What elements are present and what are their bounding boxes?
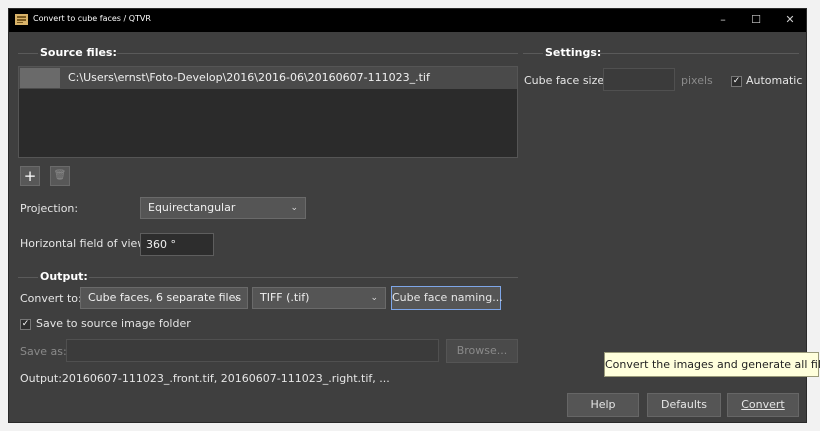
- source-files-title: Source files:: [40, 46, 117, 59]
- output-filenames: Output:20160607-111023_.front.tif, 20160…: [20, 372, 390, 385]
- minimize-icon[interactable]: –: [713, 12, 733, 28]
- output-group-line-right: [89, 277, 518, 278]
- hfov-input[interactable]: 360 °: [140, 233, 214, 256]
- automatic-checkbox[interactable]: ✓: [731, 76, 742, 87]
- file-format-select[interactable]: TIFF (.tif) ⌄: [252, 287, 386, 309]
- source-group-line-right: [117, 53, 518, 54]
- settings-group-line-left: [523, 53, 543, 54]
- hfov-value: 360 °: [146, 238, 176, 251]
- title-bar: Convert to cube faces / QTVR – ☐ ✕: [9, 9, 806, 32]
- pixels-label: pixels: [681, 74, 713, 87]
- cube-face-size-input[interactable]: [603, 68, 675, 91]
- convert-button[interactable]: Convert: [727, 393, 799, 417]
- defaults-button[interactable]: Defaults: [647, 393, 721, 417]
- save-as-input[interactable]: [66, 339, 439, 362]
- browse-button[interactable]: Browse...: [446, 339, 518, 363]
- cube-face-size-label: Cube face size:: [524, 74, 608, 87]
- add-file-button[interactable]: +: [20, 166, 40, 186]
- source-group-line-left: [18, 53, 38, 54]
- save-to-source-label: Save to source image folder: [36, 317, 191, 330]
- automatic-label: Automatic: [746, 74, 803, 87]
- settings-title: Settings:: [545, 46, 602, 59]
- help-button[interactable]: Help: [567, 393, 639, 417]
- convert-to-value: Cube faces, 6 separate files: [88, 291, 242, 304]
- hfov-label: Horizontal field of view:: [20, 237, 150, 250]
- output-title: Output:: [40, 270, 88, 283]
- output-group-line-left: [18, 277, 38, 278]
- source-files-list[interactable]: C:\Users\ernst\Foto-Develop\2016\2016-06…: [18, 66, 518, 158]
- settings-group-line-right: [599, 53, 799, 54]
- close-icon[interactable]: ✕: [780, 12, 800, 28]
- convert-tooltip: Convert the images and generate all file…: [604, 352, 820, 377]
- file-format-value: TIFF (.tif): [260, 291, 310, 304]
- app-icon: [15, 14, 28, 25]
- projection-value: Equirectangular: [148, 201, 236, 214]
- chevron-down-icon: ⌄: [290, 203, 298, 213]
- remove-file-button[interactable]: 🗑: [50, 166, 70, 186]
- plus-icon: +: [23, 167, 37, 185]
- convert-to-label: Convert to:: [20, 292, 82, 305]
- file-thumbnail: [20, 68, 60, 88]
- maximize-icon[interactable]: ☐: [746, 12, 766, 28]
- convert-to-select[interactable]: Cube faces, 6 separate files ⌄: [80, 287, 248, 309]
- trash-icon: 🗑: [53, 170, 67, 181]
- list-item[interactable]: C:\Users\ernst\Foto-Develop\2016\2016-06…: [19, 67, 517, 89]
- window-title: Convert to cube faces / QTVR: [33, 14, 151, 23]
- file-path: C:\Users\ernst\Foto-Develop\2016\2016-06…: [68, 71, 430, 84]
- projection-label: Projection:: [20, 202, 79, 215]
- save-to-source-checkbox[interactable]: ✓: [20, 319, 31, 330]
- projection-select[interactable]: Equirectangular ⌄: [140, 197, 306, 219]
- chevron-down-icon: ⌄: [370, 293, 378, 303]
- chevron-down-icon: ⌄: [232, 293, 240, 303]
- save-as-label: Save as:: [20, 345, 67, 358]
- cube-face-naming-button[interactable]: Cube face naming...: [391, 286, 503, 310]
